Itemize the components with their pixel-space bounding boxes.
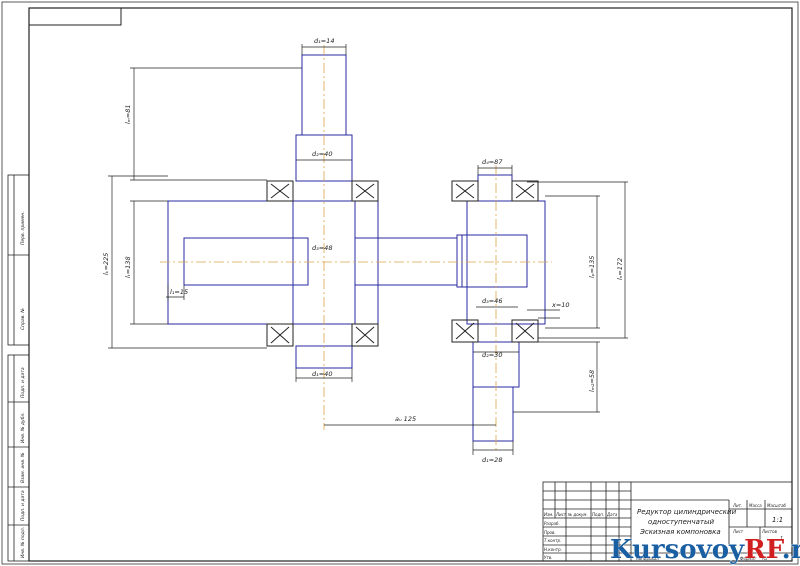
bearing-top-mid [351,180,379,202]
dim-d1-top: d₁=14 [314,37,334,45]
top-left-stamp-box [28,7,122,26]
tb-nkontr: Н.контр. [544,547,562,552]
dim-d3-right: d₃=46 [482,297,502,305]
tb-izm: Изм. [544,512,553,517]
dim-x: x=10 [551,301,570,309]
shaft-section-left [183,237,309,286]
tb-tkontr: Т.контр. [544,538,561,543]
bearing-bottom-left [266,323,294,347]
side-stamp-3: Подп. и дата [20,367,26,398]
tb-sheets-label: Листов [761,529,778,534]
tb-utv: Утв. [544,555,552,560]
tb-sheet-label: Лист [732,529,744,534]
dim-l1: l₁=15 [170,288,188,296]
dim-d3: d₃=48 [312,244,332,252]
dim-d2-top: d₂=40 [312,150,332,158]
dim-lt: lₜ=138 [124,256,132,278]
tb-title-line2: одноступенчатый [648,518,715,526]
bearing-bottom-right-a [451,319,479,343]
dimension-lines [108,44,628,455]
drawing-sheet: Перв. примен. Справ. № Подп. и дата Инв.… [1,1,800,566]
tb-title-line1: Редуктор цилиндрический [637,508,737,516]
tb-sign: Подп. [592,512,604,517]
dim-d2-right: d₂=30 [482,351,502,359]
tb-list: Лист [555,512,567,517]
dim-ln: lₙ=172 [616,258,624,280]
dim-lp: lₚ=135 [588,256,596,278]
bearing-top-right-b [511,180,539,202]
dim-d1-right: d₁=28 [482,456,502,464]
tb-doc: № докум. [567,512,588,517]
bearing-top-right-a [451,180,479,202]
center-axes [160,45,552,450]
side-stamp-4: Инв. № дубл. [20,412,26,443]
tb-col-scale: Масштаб [767,503,787,508]
shaft-section-mid [354,237,458,286]
dim-lm1: lₘ=81 [124,104,132,124]
output-shaft-section-2 [472,386,514,442]
gearbox-drawing [167,54,546,442]
pinion-body [466,200,546,325]
side-stamp-6: Подп. и дата [20,490,26,521]
watermark-accent: RF [744,535,785,565]
dim-lm2: lₘ₂=58 [588,370,596,392]
tb-col-mass: Масса [749,503,762,508]
watermark-logo: KursovoyRF.ru [610,535,800,566]
dim-lk: lₖ=225 [102,253,110,275]
svg-text:KursovoyRF.ru: KursovoyRF.ru [610,535,800,565]
tb-date: Дата [606,512,618,517]
dim-aw: aᵤ 125 [395,415,416,423]
tb-scale-value: 1:1 [772,516,783,524]
bearing-bottom-right-b [511,319,539,343]
side-stamp-7: Инв. № подл. [20,527,26,558]
side-stamp-5: Взам. инв. № [20,452,26,483]
gear-body-left [167,200,379,325]
tb-razrab: Разраб. [544,521,560,526]
bearing-bottom-mid [351,323,379,347]
side-stamp-1: Перв. примен. [20,211,26,245]
dim-d4-right: d₄=87 [482,158,503,166]
watermark-suffix: .ru [782,535,800,565]
watermark-prefix: Kursovoy [610,535,745,565]
bearing-top-left [266,180,294,202]
tb-prov: Пров. [544,530,556,535]
right-upper-collar [477,174,513,202]
outer-frame [1,1,799,565]
side-stamp-2: Справ. № [20,308,26,330]
dim-d1-bottom: d₁=40 [312,370,332,378]
